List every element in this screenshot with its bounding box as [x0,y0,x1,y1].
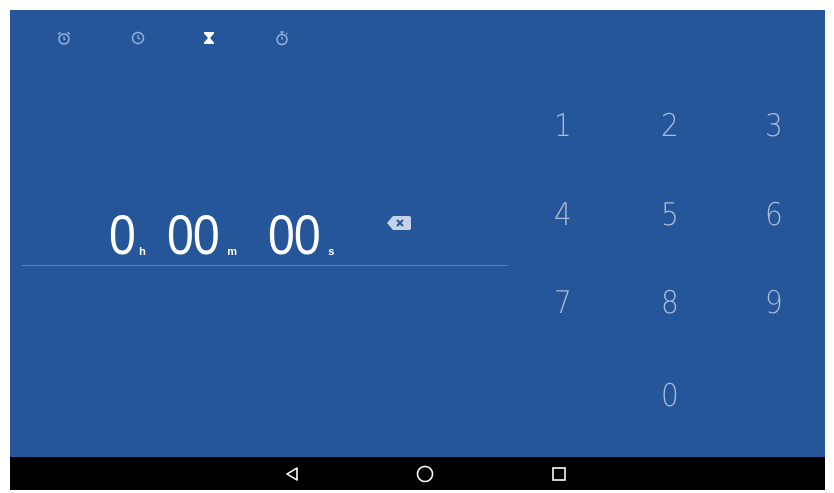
clock-icon [131,31,145,45]
key-4[interactable]: 4 [533,190,593,240]
key-9-label: 9 [765,285,783,321]
tab-timer[interactable] [193,24,225,52]
hours-segment: 0 h [109,207,146,263]
backspace-icon [387,216,411,230]
home-button[interactable] [410,462,440,486]
back-triangle-icon [286,467,298,481]
key-6[interactable]: 6 [744,190,804,240]
key-3-label: 3 [765,108,783,144]
key-2-label: 2 [661,108,679,144]
recents-square-icon [552,467,566,481]
seconds-unit: s [328,246,335,258]
home-circle-icon [416,465,434,483]
recents-button[interactable] [544,462,574,486]
key-0[interactable]: 0 [640,371,700,421]
key-7-label: 7 [554,285,572,321]
backspace-button[interactable] [384,212,414,234]
minutes-value: 00 [167,203,220,266]
minutes-unit: m [227,246,238,258]
navigation-bar [10,457,825,490]
key-6-label: 6 [765,197,783,233]
alarm-icon [57,31,71,45]
hours-unit: h [139,246,146,258]
tab-alarm[interactable] [48,24,80,52]
key-5-label: 5 [661,197,679,233]
stopwatch-icon [276,31,288,46]
key-9[interactable]: 9 [744,278,804,328]
key-4-label: 4 [554,197,572,233]
seconds-segment: 00 s [268,207,334,263]
key-8-label: 8 [661,285,679,321]
key-2[interactable]: 2 [640,101,700,151]
key-1[interactable]: 1 [533,101,593,151]
key-5[interactable]: 5 [640,190,700,240]
key-8[interactable]: 8 [640,278,700,328]
seconds-value: 00 [268,203,321,266]
key-7[interactable]: 7 [533,278,593,328]
hourglass-icon [204,32,214,44]
back-button[interactable] [277,462,307,486]
tab-clock[interactable] [122,24,154,52]
key-3[interactable]: 3 [744,101,804,151]
minutes-segment: 00 m [167,207,237,263]
display-divider [22,265,508,266]
timer-screen: 0 h 00 m 00 s 1 2 3 4 5 6 7 8 9 0 [10,10,825,490]
key-0-label: 0 [661,378,679,414]
tab-stopwatch[interactable] [266,24,298,52]
key-1-label: 1 [554,108,572,144]
hours-value: 0 [109,203,136,266]
